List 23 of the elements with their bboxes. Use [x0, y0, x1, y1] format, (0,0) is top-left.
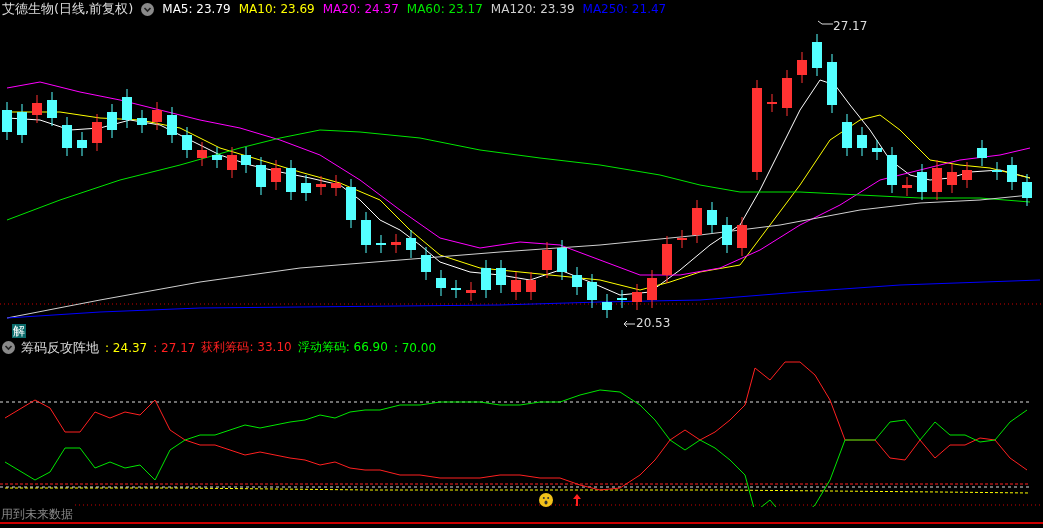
ma-indicator-label: MA20: 24.37: [322, 2, 399, 16]
high-price-label: 27.17: [833, 19, 868, 33]
surprised-face-icon: [539, 493, 553, 507]
dropdown-icon[interactable]: [2, 341, 15, 354]
ma-indicator-label: MA5: 23.79: [162, 2, 231, 16]
leader-line: [817, 20, 833, 28]
indicator-value: : 27.17: [153, 340, 196, 355]
indicator-value: 获利筹码: 33.10: [201, 339, 292, 356]
indicator-value: : 70.00: [393, 340, 437, 355]
ma-indicator-label: MA60: 23.17: [406, 2, 483, 16]
signal-badge: 解: [12, 324, 26, 338]
low-price-label: 20.53: [636, 316, 671, 330]
leader-line: [623, 320, 635, 328]
indicator-title: 筹码反攻阵地: [21, 338, 99, 357]
indicator-value: 浮动筹码: 66.90: [297, 339, 388, 356]
ma-indicator-label: MA120: 23.39: [490, 2, 575, 16]
up-arrow-icon: [573, 494, 581, 506]
stock-title: 艾德生物(日线,前复权): [2, 0, 134, 18]
ma-indicator-label: MA250: 21.47: [582, 2, 667, 16]
indicator-value: : 24.37: [105, 340, 148, 355]
ma-indicator-label: MA10: 23.69: [238, 2, 315, 16]
dropdown-icon[interactable]: [141, 2, 155, 16]
warning-text: 用到未来数据: [1, 506, 73, 523]
